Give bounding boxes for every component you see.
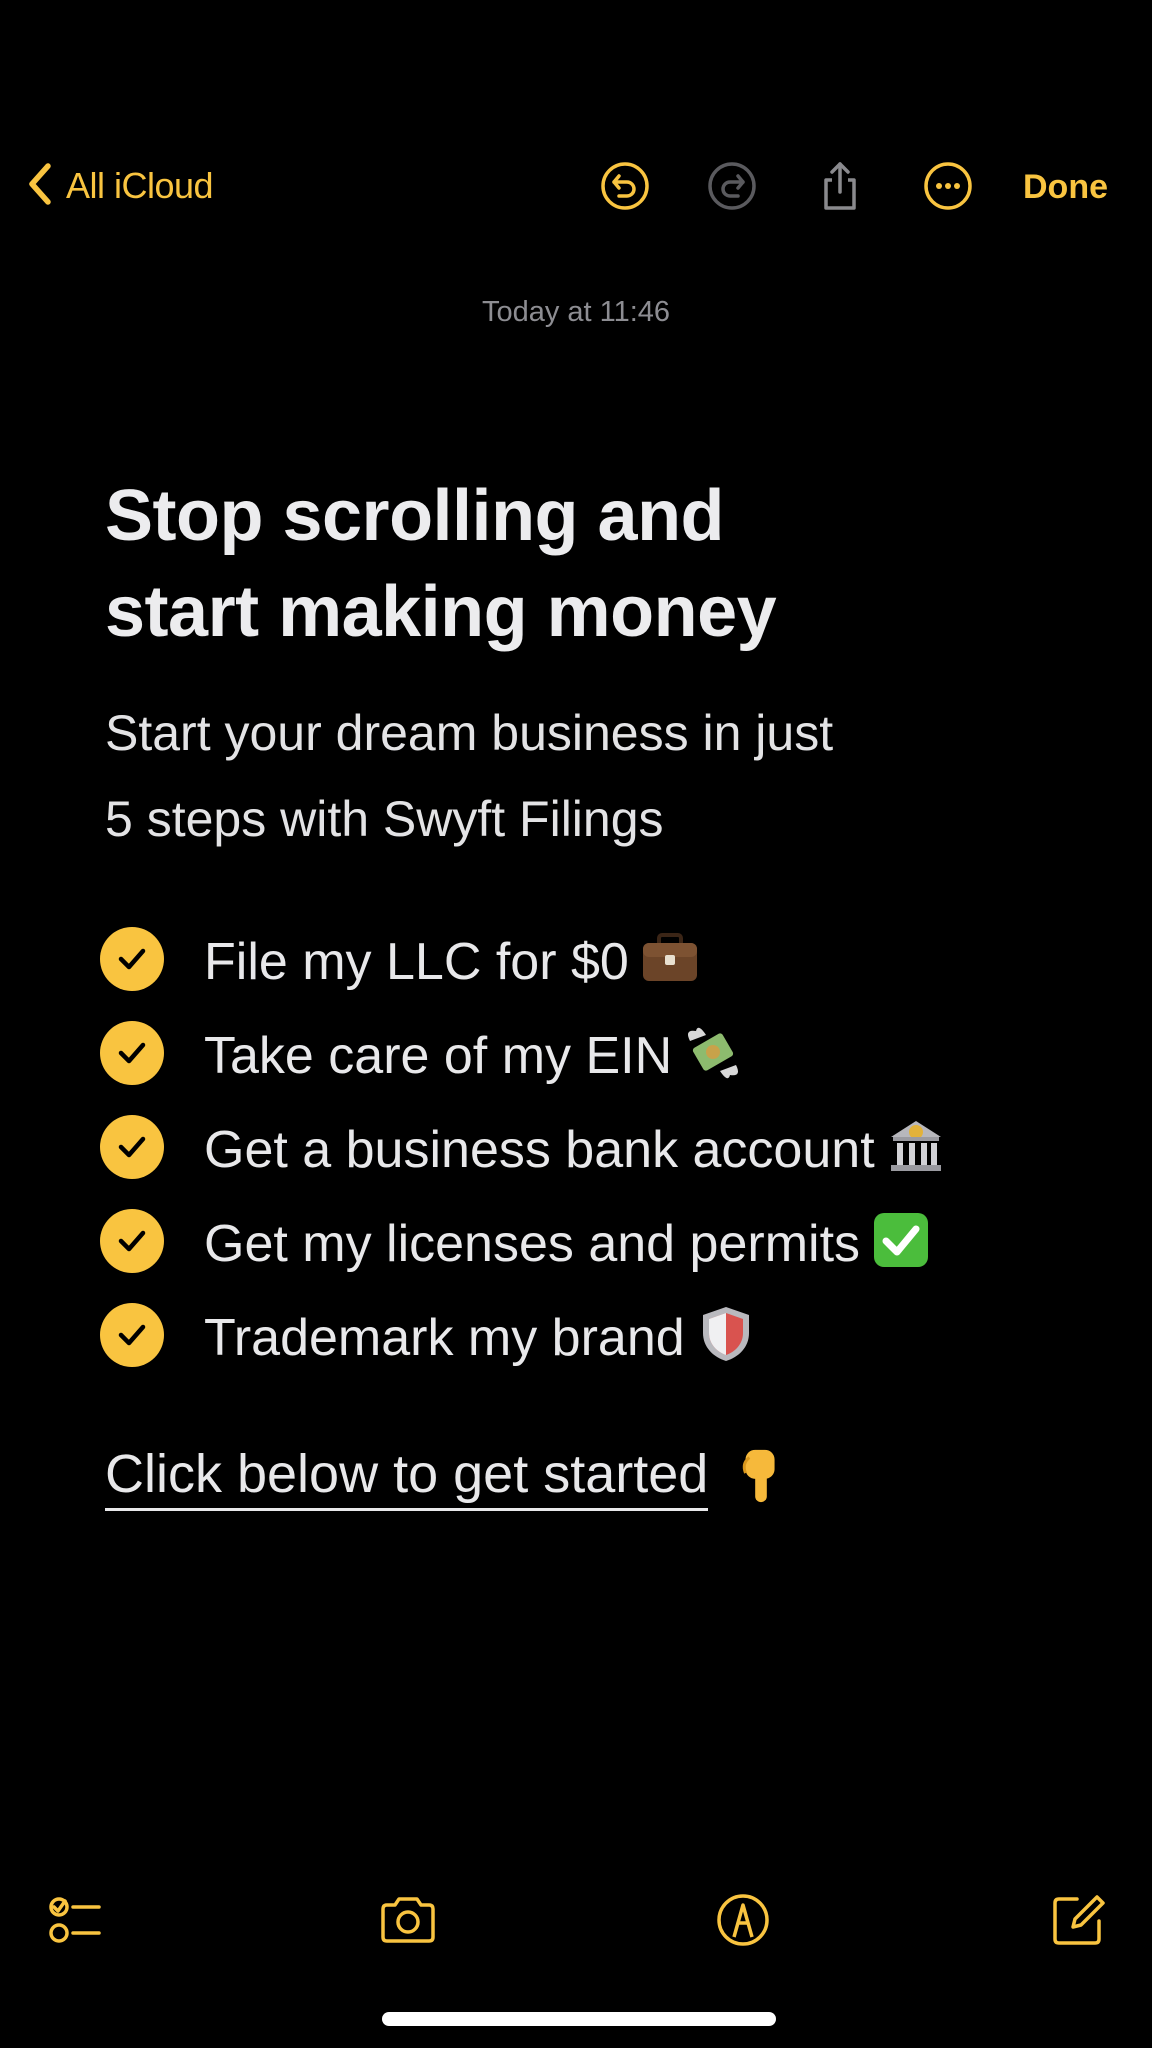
note-subtitle-line-1: Start your dream business in just [105,705,834,761]
note-title-line-1: Stop scrolling and [105,476,725,556]
redo-button[interactable] [704,160,760,216]
get-started-link-text: Click below to get started [105,1440,709,1511]
undo-button[interactable] [597,160,653,216]
checklist-item-label: Get my licenses and permits [204,1214,861,1273]
bottom-toolbar [0,1890,1152,1960]
checklist-icon [43,1889,105,1956]
checkmark-icon [118,1230,146,1252]
checklist-item: File my LLC for $0 [100,912,947,1006]
undo-icon [599,160,651,217]
shield-icon [695,1303,757,1365]
note-subtitle[interactable]: Start your dream business in just 5 step… [105,690,985,862]
check-mark-button-icon [870,1209,932,1271]
pointing-down-icon [730,1444,794,1508]
compose-button[interactable] [1046,1890,1110,1954]
bank-icon [885,1115,947,1177]
checkmark-icon [118,948,146,970]
money-with-wings-icon [682,1021,744,1083]
checklist-item-text[interactable]: File my LLC for $0 [204,927,701,992]
checklist-item-text[interactable]: Take care of my EIN [204,1021,744,1086]
redo-icon [706,160,758,217]
checkbox-checked[interactable] [100,1021,164,1085]
note-title[interactable]: Stop scrolling and start making money [105,468,985,660]
checklist-item-text[interactable]: Get a business bank account [204,1115,947,1180]
chevron-left-icon [24,160,54,213]
checkmark-icon [118,1136,146,1158]
markup-icon [712,1889,774,1956]
checkbox-checked[interactable] [100,1209,164,1273]
checkmark-icon [118,1042,146,1064]
checklist-item-label: Trademark my brand [204,1308,685,1367]
briefcase-icon [639,927,701,989]
checklist-item: Trademark my brand [100,1288,947,1382]
checklist-item: Get a business bank account [100,1100,947,1194]
done-button[interactable]: Done [1023,168,1108,207]
checklist-item-label: Get a business bank account [204,1120,875,1179]
note-subtitle-line-2: 5 steps with Swyft Filings [105,791,664,847]
checklist-item-label: Take care of my EIN [204,1026,673,1085]
checklist: File my LLC for $0 Take care of my EIN G… [100,912,947,1382]
checklist-item-text[interactable]: Trademark my brand [204,1303,757,1368]
note-timestamp: Today at 11:46 [481,296,671,328]
markup-button[interactable] [711,1890,775,1954]
share-icon [814,160,866,217]
checklist-item-label: File my LLC for $0 [204,932,629,991]
checkbox-checked[interactable] [100,1115,164,1179]
back-button-label: All iCloud [66,165,214,206]
get-started-link[interactable]: Click below to get started [105,1440,794,1511]
checkbox-checked[interactable] [100,1303,164,1367]
checklist-item: Get my licenses and permits [100,1194,947,1288]
camera-icon [377,1889,439,1956]
home-indicator [382,2012,776,2026]
checklist-item: Take care of my EIN [100,1006,947,1100]
more-button[interactable] [920,160,976,216]
checklist-item-text[interactable]: Get my licenses and permits [204,1209,932,1274]
checkmark-icon [118,1324,146,1346]
note-title-line-2: start making money [105,572,777,652]
camera-button[interactable] [376,1890,440,1954]
compose-icon [1047,1889,1109,1956]
share-button[interactable] [812,160,868,216]
checklist-button[interactable] [42,1890,106,1954]
top-navigation-bar: All iCloud Done [0,150,1152,222]
checkbox-checked[interactable] [100,927,164,991]
back-button[interactable]: All iCloud [24,160,214,213]
more-icon [922,160,974,217]
